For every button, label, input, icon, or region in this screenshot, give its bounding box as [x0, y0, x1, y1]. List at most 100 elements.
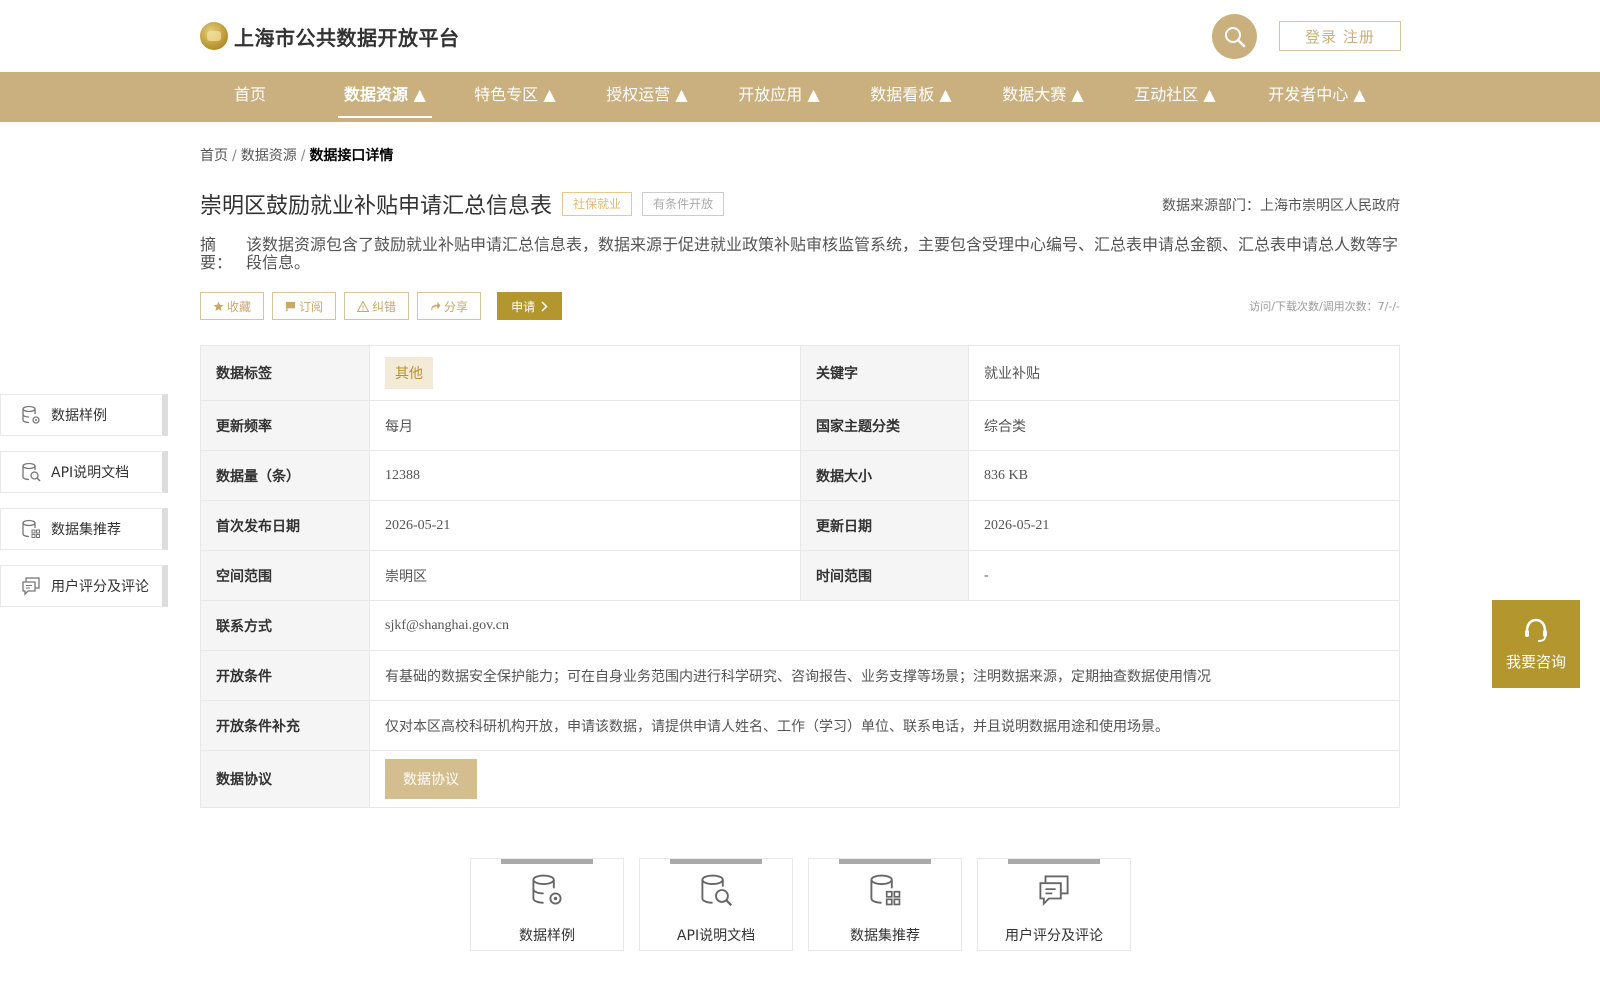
update-date-label: 更新日期	[800, 501, 968, 550]
data-tag-pill: 其他	[385, 357, 433, 389]
summary-label: 摘要：	[200, 235, 233, 272]
data-tag-label: 数据标签	[201, 346, 369, 400]
apply-button[interactable]: 申请	[497, 292, 563, 320]
database-gear-icon	[22, 405, 40, 424]
document-search-icon	[22, 462, 41, 482]
data-protocol-label: 数据协议	[201, 751, 369, 807]
side-nav-dataset-recommend[interactable]: 数据集推荐	[0, 508, 168, 550]
spatial-range-value: 崇明区	[369, 551, 800, 600]
first-publish-label: 首次发布日期	[201, 501, 369, 550]
nav-item-data-dashboard[interactable]: 数据看板 ▲	[866, 72, 956, 122]
table-row: 空间范围 崇明区 时间范围 -	[201, 551, 1399, 601]
nav-item-authorized-operation[interactable]: 授权运营 ▲	[602, 72, 692, 122]
document-search-icon	[701, 874, 733, 907]
login-register-button[interactable]: 登录 注册	[1279, 21, 1401, 51]
data-tag-value-cell: 其他	[369, 346, 800, 400]
record-count-value: 12388	[369, 451, 800, 500]
side-nav-api-docs[interactable]: API说明文档	[0, 451, 168, 493]
table-row: 数据标签 其他 关键字 就业补贴	[201, 346, 1399, 401]
breadcrumb-home[interactable]: 首页	[200, 148, 228, 164]
update-date-value: 2026-05-21	[968, 501, 1399, 550]
consult-button[interactable]: 我要咨询	[1492, 600, 1580, 688]
card-dataset-recommend[interactable]: 数据集推荐	[808, 858, 962, 951]
open-conditions-extra-value: 仅对本区高校科研机构开放，申请该数据，请提供申请人姓名、工作（学习）单位、联系电…	[369, 701, 1399, 750]
nav-item-data-contest[interactable]: 数据大赛 ▲	[998, 72, 1088, 122]
share-label: 分享	[444, 299, 469, 314]
favorite-button[interactable]: 收藏	[200, 292, 265, 320]
nav-item-open-apps[interactable]: 开放应用 ▲	[734, 72, 824, 122]
chevron-right-icon	[541, 300, 548, 312]
card-label: 数据样例	[519, 928, 575, 944]
side-nav-label: 用户评分及评论	[51, 579, 149, 595]
search-button[interactable]	[1212, 14, 1257, 59]
detail-table: 数据标签 其他 关键字 就业补贴 更新频率 每月 国家主题分类 综合类 数据量（…	[200, 345, 1400, 808]
card-label: API说明文档	[676, 928, 756, 944]
side-nav-label: 数据集推荐	[51, 522, 121, 538]
apply-label: 申请	[511, 299, 536, 314]
nav-item-special-zone[interactable]: 特色专区 ▲	[470, 72, 560, 122]
table-row: 首次发布日期 2026-05-21 更新日期 2026-05-21	[201, 501, 1399, 551]
breadcrumb-separator: /	[300, 148, 306, 164]
data-size-label: 数据大小	[800, 451, 968, 500]
nav-item-data-resources[interactable]: 数据资源 ▲	[338, 72, 432, 122]
share-button[interactable]: 分享	[417, 292, 482, 320]
table-row: 开放条件 有基础的数据安全保护能力；可在自身业务范围内进行科学研究、咨询报告、业…	[201, 651, 1399, 701]
breadcrumb-data-resources[interactable]: 数据资源	[241, 148, 297, 164]
category-tag: 社保就业	[562, 192, 633, 216]
warning-icon	[357, 300, 370, 312]
logo-emblem-icon	[200, 22, 228, 50]
contact-value: sjkf@shanghai.gov.cn	[369, 601, 1399, 650]
card-data-sample[interactable]: 数据样例	[470, 858, 624, 951]
report-error-label: 纠错	[372, 299, 397, 314]
update-frequency-label: 更新频率	[201, 401, 369, 450]
site-title: 上海市公共数据开放平台	[234, 25, 460, 50]
table-row: 数据协议 数据协议	[201, 751, 1399, 808]
side-nav-label: 数据样例	[51, 408, 107, 424]
card-icon-wrap	[809, 873, 961, 907]
data-protocol-button[interactable]: 数据协议	[385, 759, 477, 799]
nav-item-developer-center[interactable]: 开发者中心 ▲	[1262, 72, 1372, 122]
site-logo[interactable]: 上海市公共数据开放平台	[200, 20, 460, 52]
breadcrumb-separator: /	[232, 148, 237, 164]
card-icon-wrap	[640, 873, 792, 907]
card-user-reviews[interactable]: 用户评分及评论	[977, 858, 1131, 951]
time-range-value: -	[968, 551, 1399, 600]
card-api-docs[interactable]: API说明文档	[639, 858, 793, 951]
header: 上海市公共数据开放平台 登录 注册	[0, 0, 1600, 72]
side-nav-data-sample[interactable]: 数据样例	[0, 394, 168, 436]
nav-item-community[interactable]: 互动社区 ▲	[1130, 72, 1220, 122]
breadcrumb-current: 数据接口详情	[309, 148, 394, 164]
summary-text: 该数据资源包含了鼓励就业补贴申请汇总信息表，数据来源于促进就业政策补贴审核监管系…	[246, 235, 1399, 272]
report-error-button[interactable]: 纠错	[344, 292, 410, 320]
database-grid-icon	[22, 519, 40, 538]
open-conditions-label: 开放条件	[201, 651, 369, 700]
subscribe-label: 订阅	[299, 299, 324, 314]
contact-label: 联系方式	[201, 601, 369, 650]
subscribe-button[interactable]: 订阅	[272, 292, 337, 320]
national-theme-label: 国家主题分类	[800, 401, 968, 450]
time-range-label: 时间范围	[800, 551, 968, 600]
headset-icon	[1525, 618, 1547, 642]
comment-icon	[1039, 875, 1069, 906]
card-icon-wrap	[978, 873, 1130, 907]
action-bar: 收藏 订阅 纠错 分享 申请	[200, 292, 563, 320]
keyword-label: 关键字	[800, 346, 968, 400]
open-conditions-extra-label: 开放条件补充	[201, 701, 369, 750]
national-theme-value: 综合类	[968, 401, 1399, 450]
data-size-value: 836 KB	[968, 451, 1399, 500]
record-count-label: 数据量（条）	[201, 451, 369, 500]
source-department: 数据来源部门：上海市崇明区人民政府	[1162, 198, 1400, 214]
main-nav: 首页 数据资源 ▲ 特色专区 ▲ 授权运营 ▲ 开放应用 ▲ 数据看板 ▲ 数据…	[0, 72, 1600, 122]
database-gear-icon	[532, 874, 562, 905]
consult-label: 我要咨询	[1505, 652, 1566, 671]
favorite-label: 收藏	[227, 299, 252, 314]
table-row: 开放条件补充 仅对本区高校科研机构开放，申请该数据，请提供申请人姓名、工作（学习…	[201, 701, 1399, 751]
database-grid-icon	[870, 874, 901, 906]
spatial-range-label: 空间范围	[201, 551, 369, 600]
comment-icon	[22, 577, 40, 596]
share-icon	[430, 301, 441, 311]
star-icon	[213, 300, 224, 311]
nav-item-home[interactable]: 首页	[228, 72, 272, 122]
open-conditions-value: 有基础的数据安全保护能力；可在自身业务范围内进行科学研究、咨询报告、业务支撑等场…	[369, 651, 1399, 700]
side-nav-user-reviews[interactable]: 用户评分及评论	[0, 565, 168, 607]
